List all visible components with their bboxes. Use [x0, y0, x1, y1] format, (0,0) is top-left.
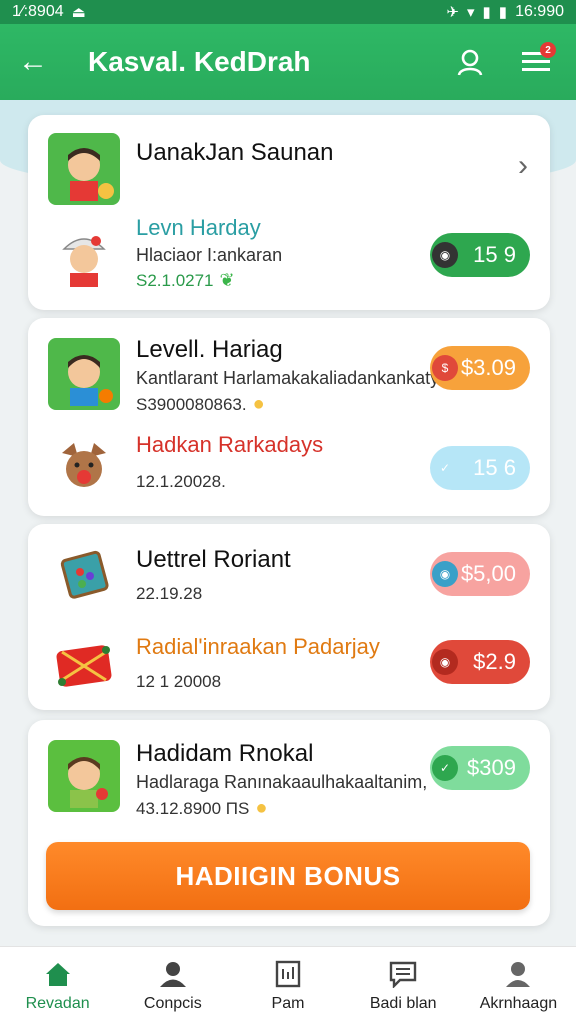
nav-item-pam[interactable]: Pam — [230, 947, 345, 1024]
notification-badge: 2 — [540, 42, 556, 58]
coin-icon: ● — [255, 797, 268, 819]
amount-pill[interactable]: ✓ $309 — [430, 746, 530, 790]
row-meta: S3900080863. ● — [136, 393, 439, 416]
avatar — [48, 628, 120, 700]
row-title: Hadidam Rnokal — [136, 740, 314, 767]
amount-value: 15 9 — [473, 242, 516, 267]
battery-icon: ▮ — [498, 4, 508, 21]
back-arrow-icon[interactable]: ← — [18, 47, 58, 77]
row-title: Levell. Hariag — [136, 336, 283, 363]
menu-icon[interactable]: 2 — [514, 40, 558, 84]
coin-icon: ◉ — [432, 242, 458, 268]
list-item[interactable]: Hadidam Rnokal Hadlaraga Ranınakaaulhaka… — [28, 734, 550, 820]
nav-label: Pam — [271, 994, 305, 1012]
wifi-icon: ▾ — [467, 4, 475, 21]
nav-label: Akrnhaagn — [479, 994, 558, 1012]
status-time: 1⁄:8904 — [12, 3, 64, 20]
avatar — [48, 540, 120, 612]
avatar — [48, 429, 120, 501]
app-bar: ← Kasval. KedDrah 2 — [0, 24, 576, 100]
row-meta-text: 43.12.8900 ПЅ — [136, 798, 250, 818]
row-meta-text: S3900080863. — [136, 394, 247, 414]
list-item[interactable]: Hadkan Rarkadays 12.1.20028. ✓ 15 6 — [28, 428, 550, 502]
chevron-right-icon[interactable]: › — [518, 149, 528, 183]
shield-icon: ✓ — [432, 755, 458, 781]
home-icon — [43, 959, 73, 989]
avatar — [48, 740, 120, 812]
bluetooth-icon: ✈ — [446, 4, 459, 21]
card-2: Levell. Hariag Kantlarant Harlamakakalia… — [28, 318, 550, 516]
row-subtitle: Kantlarant Harlamakakaliadankankaty — [136, 368, 440, 388]
avatar — [48, 133, 120, 205]
row-meta: 43.12.8900 ПЅ ● — [136, 797, 427, 820]
list-item[interactable]: Levn Harday Hlaciaor I:ankaran S2.1.0271… — [28, 215, 550, 295]
amount-value: 15 6 — [473, 455, 516, 480]
profile-icon — [503, 959, 533, 989]
nav-item-chat[interactable]: Badi blan — [346, 947, 461, 1024]
row-meta-text: 12 1 20008 — [136, 672, 222, 691]
row-meta-text: S2.1.0271 — [136, 270, 214, 290]
bonus-button[interactable]: HADIIGIN BONUS — [46, 842, 530, 910]
amount-value: $3.09 — [460, 355, 516, 380]
amount-value: $5,00 — [460, 561, 516, 586]
signal-icon: ▮ — [482, 4, 491, 21]
row-title: UanakJan Saunan — [136, 139, 334, 166]
nav-label: Revadan — [25, 994, 90, 1012]
row-subtitle: Hlaciaor I:ankaran — [136, 245, 283, 265]
coin-icon: ◉ — [432, 561, 458, 587]
check-icon: ✓ — [432, 455, 458, 481]
status-bar: 1⁄:8904 ⏏ ✈ ▾ ▮ ▮ 16:990 — [0, 0, 576, 24]
row-meta-text: 12.1.20028. — [136, 472, 226, 491]
nav-item-contacts[interactable]: Conpcis — [115, 947, 230, 1024]
row-title: Radial'inraakan Padarjay — [136, 634, 380, 659]
avatar — [48, 219, 120, 291]
coin-icon: ● — [252, 393, 265, 415]
row-meta-text: 22.19.28 — [136, 584, 203, 603]
list-item[interactable]: UanakJan Saunan › — [28, 133, 550, 205]
list-item[interactable]: Uettrel Roriant 22.19.28 ◉ $5,00 — [28, 538, 550, 614]
row-title: Uettrel Roriant — [136, 546, 291, 573]
account-icon[interactable] — [448, 40, 492, 84]
amount-pill[interactable]: ◉ $2.9 — [430, 640, 530, 684]
amount-pill[interactable]: $ $3.09 — [430, 346, 530, 390]
nav-label: Badi blan — [369, 994, 437, 1012]
amount-pill[interactable]: ✓ 15 6 — [430, 446, 530, 490]
person-icon — [158, 959, 188, 989]
avatar — [48, 338, 120, 410]
card-1: UanakJan Saunan › Levn Harday Hlaciaor I… — [28, 115, 550, 310]
amount-value: $309 — [467, 755, 516, 780]
leaf-icon: ❦ — [219, 270, 235, 290]
bottom-navigation: Revadan Conpcis Pam Badi blan Akrnhaagn — [0, 946, 576, 1024]
amount-pill[interactable]: ◉ 15 9 — [430, 233, 530, 277]
row-title: Hadkan Rarkadays — [136, 432, 324, 457]
row-meta: S2.1.0271 ❦ — [136, 270, 282, 291]
row-title: Levn Harday — [136, 215, 261, 240]
coin-icon: ◉ — [432, 649, 458, 675]
amount-value: $2.9 — [473, 649, 516, 674]
page-title: Kasval. KedDrah — [88, 46, 311, 77]
notification-status-icon: ⏏ — [71, 4, 86, 21]
status-clock: 16:990 — [515, 3, 564, 20]
nav-item-profile[interactable]: Akrnhaagn — [461, 947, 576, 1024]
document-icon — [273, 959, 303, 989]
amount-pill[interactable]: ◉ $5,00 — [430, 552, 530, 596]
chat-icon — [388, 959, 418, 989]
nav-item-home[interactable]: Revadan — [0, 947, 115, 1024]
list-item[interactable]: Levell. Hariag Kantlarant Harlamakakalia… — [28, 336, 550, 415]
list-item[interactable]: Radial'inraakan Padarjay 12 1 20008 ◉ $2… — [28, 626, 550, 702]
coin-icon: $ — [432, 355, 458, 381]
card-3: Uettrel Roriant 22.19.28 ◉ $5,00 Radial'… — [28, 524, 550, 710]
row-subtitle: Hadlaraga Ranınakaaulhakaaltanim, — [136, 772, 428, 792]
nav-label: Conpcis — [143, 994, 202, 1012]
